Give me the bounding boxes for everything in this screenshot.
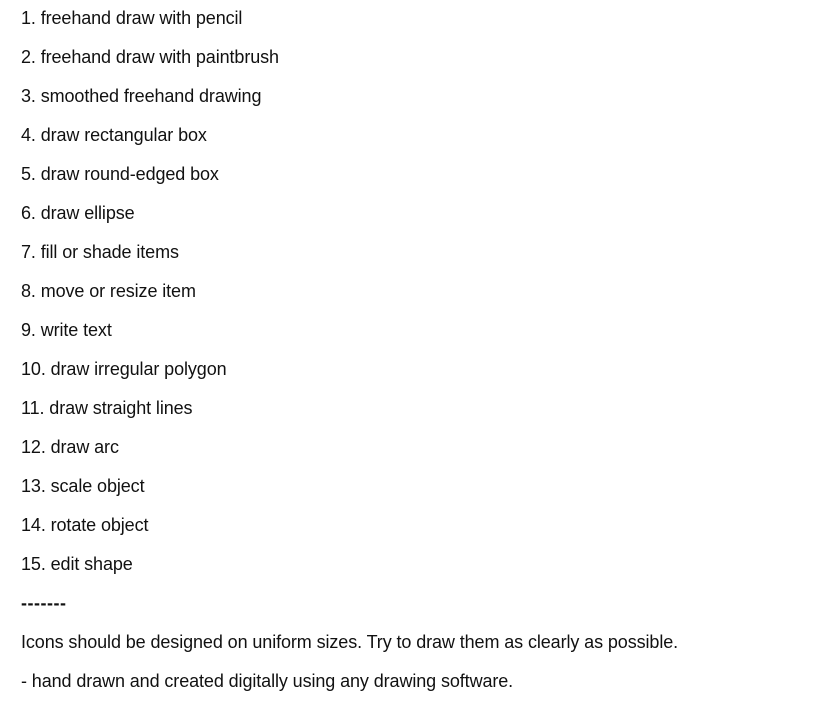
list-item: 5. draw round-edged box bbox=[21, 164, 219, 184]
note-text: - hand drawn and created digitally using… bbox=[21, 671, 514, 691]
list-item: 15. edit shape bbox=[21, 554, 133, 574]
separator-line: ------- bbox=[21, 593, 67, 613]
document-body: 1. freehand draw with pencil 2. freehand… bbox=[21, 5, 825, 707]
list-item: 13. scale object bbox=[21, 476, 145, 496]
list-item: 2. freehand draw with paintbrush bbox=[21, 47, 279, 67]
list-item: 1. freehand draw with pencil bbox=[21, 8, 243, 28]
list-item: 7. fill or shade items bbox=[21, 242, 179, 262]
list-item: 4. draw rectangular box bbox=[21, 125, 207, 145]
list-item: 10. draw irregular polygon bbox=[21, 359, 227, 379]
list-item: 8. move or resize item bbox=[21, 281, 196, 301]
list-item: 11. draw straight lines bbox=[21, 398, 193, 418]
list-item: 9. write text bbox=[21, 320, 112, 340]
note-text: Icons should be designed on uniform size… bbox=[21, 632, 679, 652]
list-item: 6. draw ellipse bbox=[21, 203, 135, 223]
list-item: 3. smoothed freehand drawing bbox=[21, 86, 262, 106]
list-item: 12. draw arc bbox=[21, 437, 119, 457]
list-item: 14. rotate object bbox=[21, 515, 149, 535]
